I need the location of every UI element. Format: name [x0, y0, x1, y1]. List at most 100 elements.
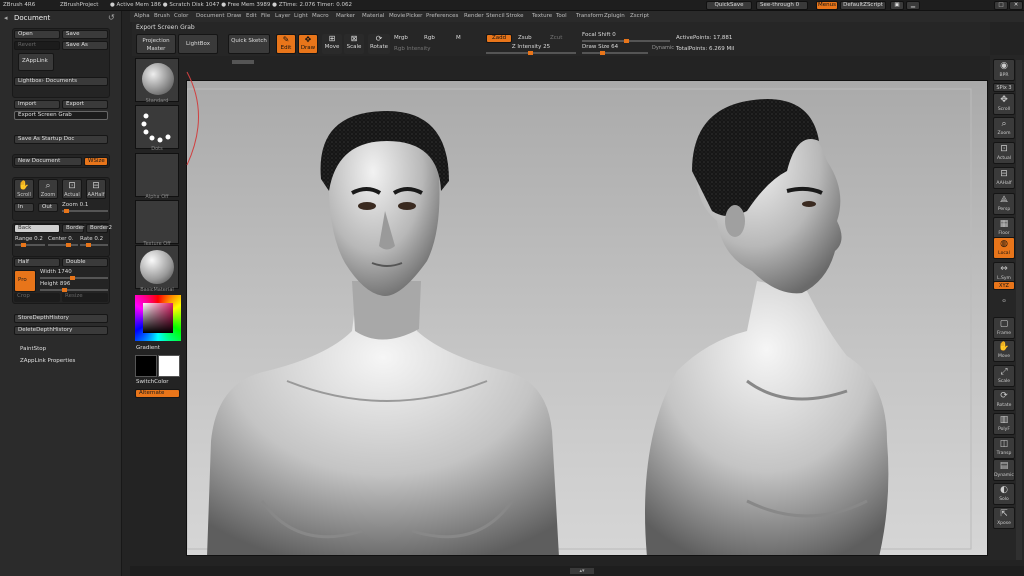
menu-item-texture[interactable]: Texture [532, 13, 552, 19]
rightshelf-rotate-button[interactable]: ⟳ Rotate [993, 389, 1015, 411]
menu-item-stencil[interactable]: Stencil [486, 13, 505, 19]
right-scrollbar[interactable] [1016, 60, 1022, 560]
alternate-toggle[interactable]: Alternate [135, 389, 180, 398]
save-as-button[interactable]: Save As [62, 41, 108, 50]
menu-item-zplugin[interactable]: Zplugin [604, 13, 625, 19]
rightshelf-xpose-button[interactable]: ⇱ Xpose [993, 507, 1015, 529]
zadd-toggle[interactable]: Zadd [486, 34, 512, 43]
menu-item-transform[interactable]: Transform [576, 13, 603, 19]
pin-icon[interactable]: ↺ [108, 13, 115, 22]
pro-toggle[interactable]: Pro [14, 270, 36, 292]
width-slider[interactable]: Width 1740 [40, 269, 108, 280]
projection-master-button[interactable]: Projection Master [136, 34, 176, 54]
document-canvas[interactable] [186, 80, 988, 556]
sculpt-model[interactable] [187, 81, 988, 556]
menu-item-picker[interactable]: Picker [406, 13, 422, 19]
zoom-button[interactable]: ⌕ Zoom [38, 179, 58, 199]
aahalf-button[interactable]: ⊟ AAHalf [86, 179, 106, 199]
tray-toggle-icon[interactable]: ▴▾ [570, 568, 594, 574]
rgb-toggle[interactable]: Rgb [424, 35, 435, 41]
height-slider[interactable]: Height 896 [40, 281, 108, 292]
store-depth-history-button[interactable]: StoreDepthHistory [14, 314, 108, 323]
rightshelf-transp-button[interactable]: ◫ Transp [993, 437, 1015, 459]
see-through-slider[interactable]: See-through 0 [756, 1, 808, 10]
menu-item-render[interactable]: Render [464, 13, 484, 19]
switchcolor-button[interactable]: SwitchColor [136, 379, 169, 385]
rightshelf-xyz-button[interactable]: XYZ [993, 281, 1015, 290]
rightshelf-zoom-button[interactable]: ⌕ Zoom [993, 117, 1015, 139]
lightbox-documents-button[interactable]: Lightbox› Documents [14, 77, 108, 86]
rightshelf-persp-button[interactable]: ⟁ Persp [993, 193, 1015, 215]
close-icon[interactable]: ✕ [1009, 1, 1023, 10]
lightbox-button[interactable]: LightBox [178, 34, 218, 54]
menu-item-edit[interactable]: Edit [246, 13, 257, 19]
sym-axis-icon[interactable]: ⊙ [993, 299, 1015, 311]
zoom-out-button[interactable]: Out [38, 203, 58, 212]
menu-item-marker[interactable]: Marker [336, 13, 355, 19]
brush-thumbnail[interactable] [135, 58, 179, 102]
save-button[interactable]: Save [62, 30, 108, 39]
menu-item-stroke[interactable]: Stroke [506, 13, 524, 19]
zoom-in-button[interactable]: In [14, 203, 34, 212]
menu-item-draw[interactable]: Draw [227, 13, 241, 19]
revert-button[interactable]: Revert [14, 41, 60, 50]
rightshelf-scale-button[interactable]: ⤢ Scale [993, 365, 1015, 387]
default-zscript-button[interactable]: DefaultZScript [840, 1, 886, 10]
back-color-swatch[interactable]: Back [14, 224, 60, 233]
menu-item-document[interactable]: Document [196, 13, 225, 19]
color-picker-square[interactable] [143, 303, 173, 333]
delete-depth-history-button[interactable]: DeleteDepthHistory [14, 326, 108, 335]
zapplink-properties-item[interactable]: ZAppLink Properties [20, 358, 75, 364]
border-button[interactable]: Border [62, 224, 84, 233]
shelf-scroll-handle[interactable] [232, 60, 254, 64]
menu-item-layer[interactable]: Layer [275, 13, 290, 19]
mrgb-toggle[interactable]: Mrgb [394, 35, 408, 41]
border2-button[interactable]: Border2 [86, 224, 112, 233]
open-button[interactable]: Open [14, 30, 60, 39]
menus-toggle[interactable]: Menus [816, 1, 838, 10]
rightshelf-frame-button[interactable]: ▢ Frame [993, 317, 1015, 339]
rightshelf-bpr-button[interactable]: ◉ BPR [993, 59, 1015, 81]
rotate-button[interactable]: ⟳ Rotate [368, 34, 390, 54]
material-thumbnail[interactable] [135, 245, 179, 289]
gradient-label[interactable]: Gradient [136, 345, 160, 351]
stroke-thumbnail[interactable] [135, 105, 179, 149]
rightshelf-polyf-button[interactable]: ▥ PolyF [993, 413, 1015, 435]
double-button[interactable]: Double [62, 258, 108, 267]
layout-icon[interactable]: ▣ [890, 1, 904, 10]
quick-sketch-button[interactable]: Quick Sketch [228, 34, 270, 54]
focal-shift-slider[interactable]: Focal Shift 0 [582, 32, 670, 43]
crop-button[interactable]: Crop [14, 293, 60, 302]
rightshelf-aahalf-button[interactable]: ⊟ AAHalf [993, 167, 1015, 189]
dynamic-toggle[interactable]: Dynamic [652, 45, 674, 51]
menu-item-file[interactable]: File [261, 13, 270, 19]
wsize-button[interactable]: WSize [84, 157, 108, 166]
menu-item-zscript[interactable]: Zscript [630, 13, 649, 19]
zapplink-button[interactable]: ZAppLink [18, 53, 54, 71]
resize-button[interactable]: Resize [62, 293, 108, 302]
zoom-slider[interactable]: Zoom 0.1 [62, 202, 108, 213]
menu-item-color[interactable]: Color [174, 13, 188, 19]
draw-button[interactable]: ✥ Draw [298, 34, 318, 54]
secondary-color-swatch[interactable] [158, 355, 180, 377]
export-screen-grab-button[interactable]: Export Screen Grab [14, 111, 108, 120]
half-button[interactable]: Half [14, 258, 60, 267]
draw-size-slider[interactable]: Draw Size 64 [582, 44, 648, 55]
rightshelf-actual-button[interactable]: ⊡ Actual [993, 142, 1015, 164]
move-button[interactable]: ⊞ Move [322, 34, 342, 54]
collapse-icon[interactable]: ◂ [4, 14, 8, 22]
z-intensity-slider[interactable]: Z Intensity 25 [486, 44, 576, 55]
scroll-button[interactable]: ✋ Scroll [14, 179, 34, 199]
paintstop-item[interactable]: PaintStop [20, 346, 46, 352]
rightshelf-move-button[interactable]: ✋ Move [993, 340, 1015, 362]
rightshelf-local-button[interactable]: ◍ Local [993, 237, 1015, 259]
quicksave-button[interactable]: QuickSave [706, 1, 752, 10]
color-picker[interactable] [135, 295, 181, 341]
menu-item-movie[interactable]: Movie [389, 13, 405, 19]
menu-item-light[interactable]: Light [294, 13, 308, 19]
rightshelf-dynamic-button[interactable]: ▤ Dynamic [993, 459, 1015, 481]
m-toggle[interactable]: M [456, 35, 461, 41]
texture-thumbnail[interactable] [135, 200, 179, 244]
rightshelf-solo-button[interactable]: ◐ Solo [993, 483, 1015, 505]
rate-slider[interactable]: Rate 0.2 [80, 236, 108, 247]
